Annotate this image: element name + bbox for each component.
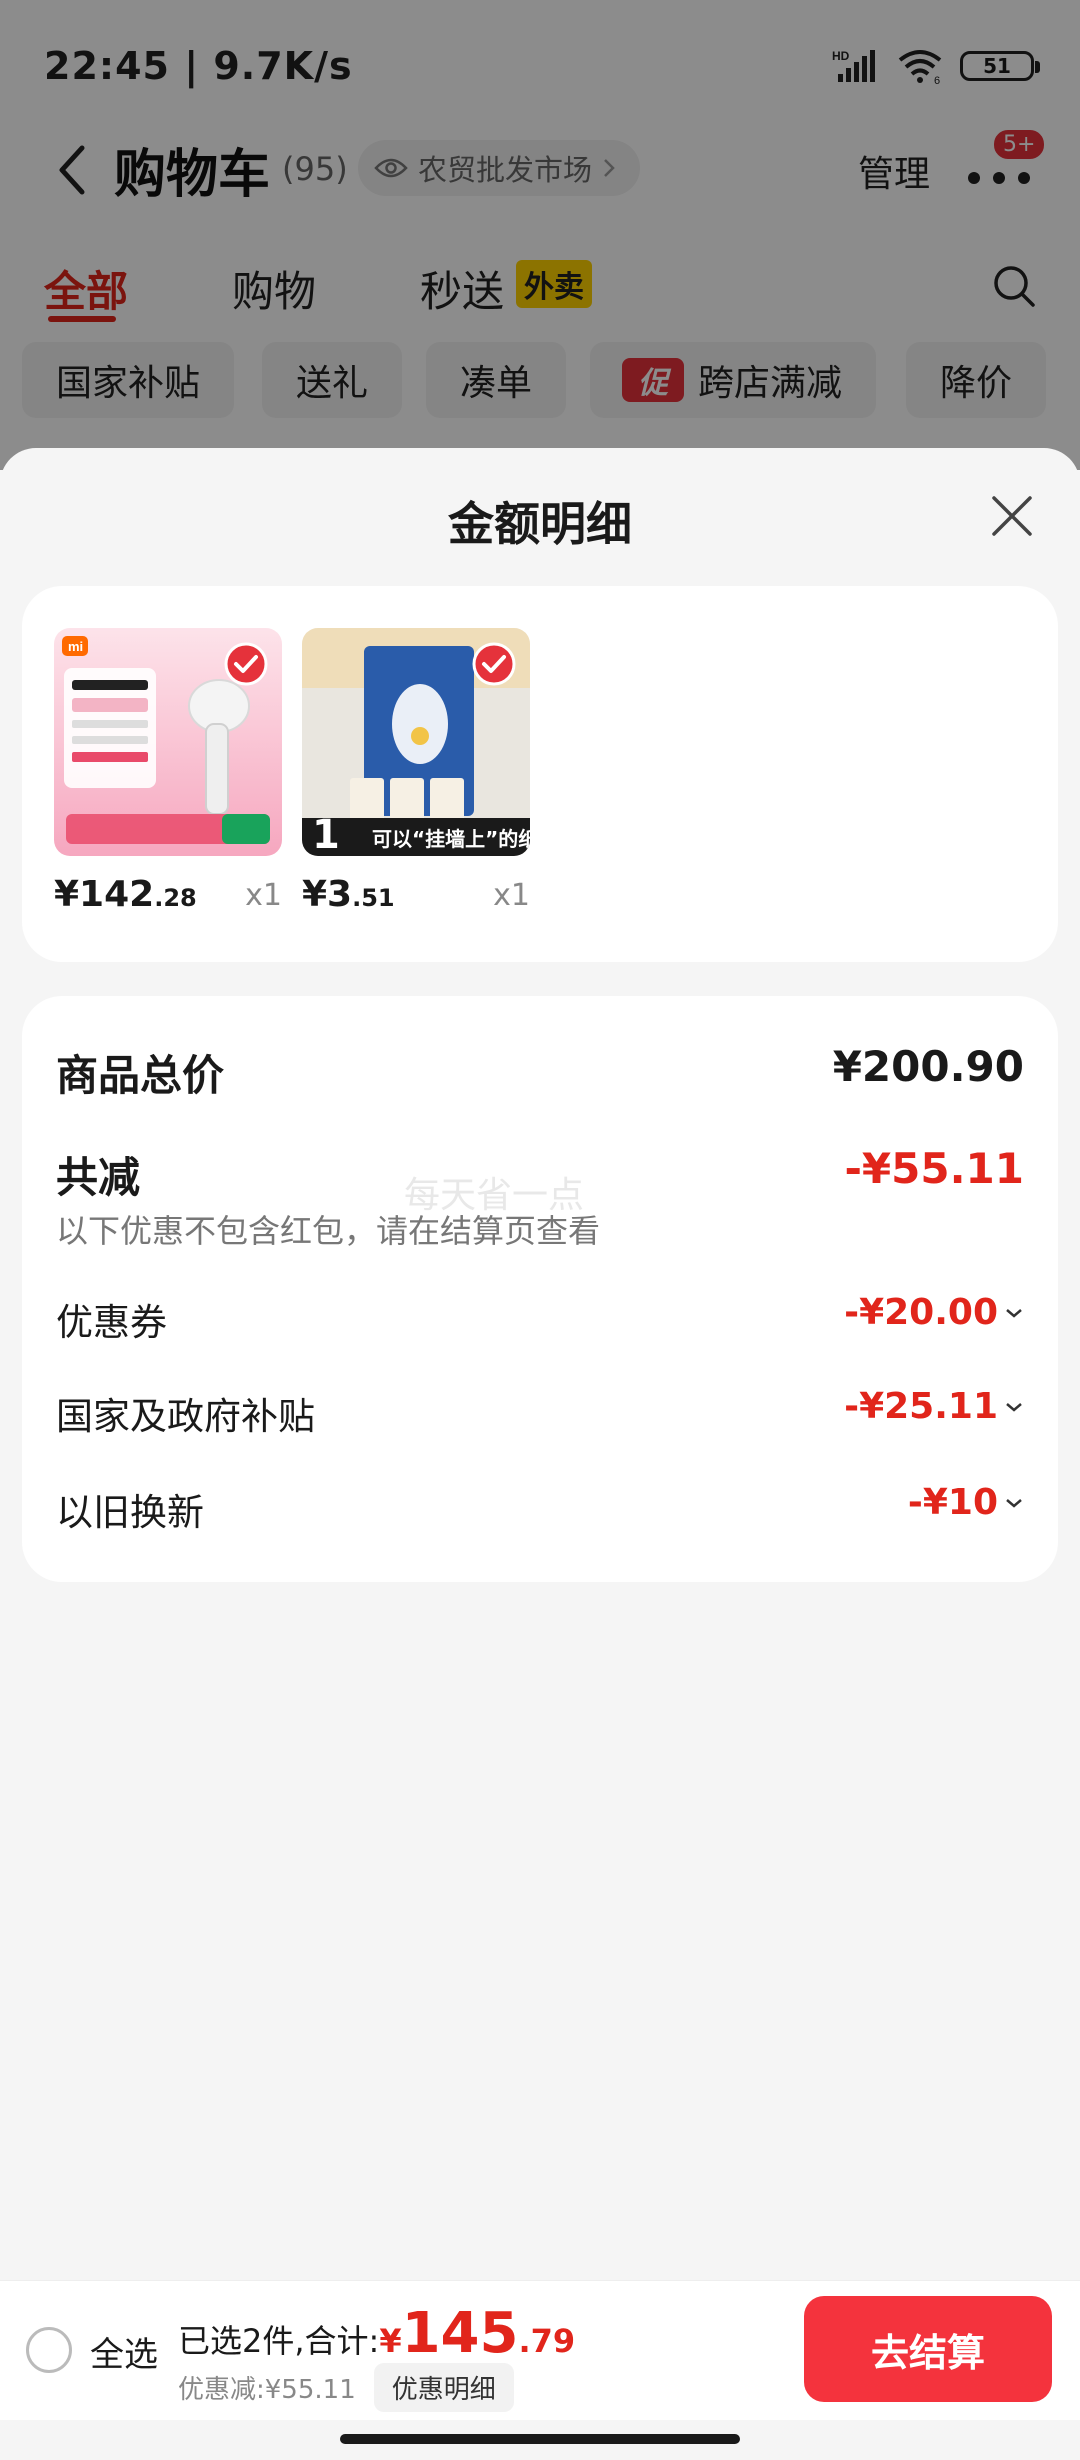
total-price-label: 商品总价 [56,1051,225,1100]
subsidy-label: 国家及政府补贴 [56,1395,315,1438]
chevron-down-icon [1006,1402,1022,1412]
svg-text:mi: mi [68,639,83,654]
total-amount-decimal: .79 [518,2322,576,2360]
total-price-row: 商品总价 ¥200.90 [56,1042,1024,1102]
selected-products-card: mi ¥142.28 x1 可以“挂墙上”的纸 1 ¥3.51 x1 [22,586,1058,962]
total-currency: ¥ [379,2322,402,2360]
trade-in-label: 以旧换新 [56,1491,204,1534]
checked-icon[interactable] [224,642,268,686]
total-reduction-value: -¥55.11 [844,1144,1024,1193]
product-quantity: x1 [493,878,530,913]
product-price-row: ¥142.28 x1 [54,874,282,918]
price-summary-card: 商品总价 ¥200.90 共减 -¥55.11 以下优惠不包含红包，请在结算页查… [22,996,1058,1582]
checked-icon[interactable] [472,642,516,686]
total-amount-integer: 145 [401,2301,519,2366]
total-price-value: ¥200.90 [832,1042,1024,1091]
tissue-box-product-image: 可以“挂墙上”的纸 1 [302,628,530,856]
trade-in-value: -¥10 [908,1482,1024,1523]
svg-text:1: 1 [312,812,340,856]
sheet-title: 金额明细 [448,497,632,551]
trade-in-row[interactable]: 以旧换新 -¥10 [56,1482,1024,1536]
discount-line: 优惠减:¥55.11 优惠明细 [178,2363,514,2412]
close-icon[interactable] [988,492,1036,540]
amount-detail-sheet: 金额明细 mi ¥142.28 x1 可以“挂墙上”的纸 1 ¥3.51 x1 … [0,448,1080,2280]
product-quantity: x1 [245,878,282,913]
home-indicator[interactable] [340,2434,740,2444]
modal-backdrop[interactable] [0,0,1080,470]
svg-text:可以“挂墙上”的纸: 可以“挂墙上”的纸 [372,827,530,851]
product-price-row: ¥3.51 x1 [302,874,530,918]
subsidy-value: -¥25.11 [844,1386,1024,1427]
checkout-button[interactable]: 去结算 [804,2296,1052,2402]
hair-dryer-product-image: mi [54,628,282,856]
selected-count-label: 已选2件,合计: [178,2322,380,2360]
coupon-label: 优惠券 [56,1301,167,1344]
discount-amount: 优惠减:¥55.11 [178,2375,356,2405]
total-reduction-label: 共减 [56,1153,141,1202]
total-line: 已选2件,合计: ¥ 145 .79 [178,2301,575,2366]
select-all-radio[interactable] [26,2327,72,2373]
product-price: ¥142.28 [54,874,197,915]
chevron-down-icon [1006,1498,1022,1508]
subsidy-row[interactable]: 国家及政府补贴 -¥25.11 [56,1386,1024,1440]
product-item[interactable]: 可以“挂墙上”的纸 1 ¥3.51 x1 [302,628,530,918]
discount-detail-button[interactable]: 优惠明细 [373,2363,514,2412]
watermark-text: 每天省一点 [404,1175,585,1216]
select-all-label[interactable]: 全选 [90,2327,158,2376]
product-price: ¥3.51 [302,874,395,915]
product-item[interactable]: mi ¥142.28 x1 [54,628,282,918]
chevron-down-icon [1006,1308,1022,1318]
checkout-bar: 全选 已选2件,合计: ¥ 145 .79 优惠减:¥55.11 优惠明细 去结… [0,2280,1080,2420]
coupon-value: -¥20.00 [844,1292,1024,1333]
coupon-row[interactable]: 优惠券 -¥20.00 [56,1292,1024,1346]
